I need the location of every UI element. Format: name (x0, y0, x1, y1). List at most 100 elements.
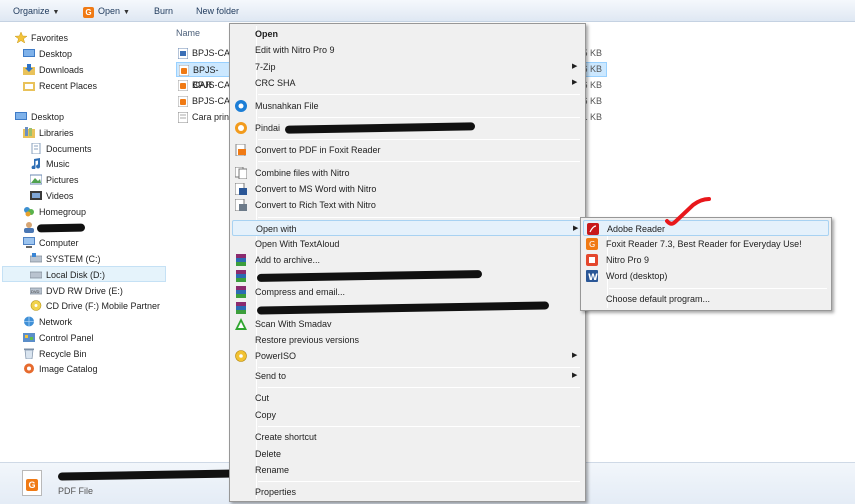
winrar-icon (236, 286, 246, 298)
menu-item-restore[interactable]: Restore previous versions (232, 332, 583, 348)
new-folder-button[interactable]: New folder (196, 4, 239, 18)
menu-separator (258, 117, 580, 118)
menu-item-combine-nitro[interactable]: Combine files with Nitro (232, 165, 583, 181)
open-with-word[interactable]: W Word (desktop) (583, 268, 829, 284)
choose-default-program[interactable]: Choose default program... (583, 291, 829, 307)
foxit-pdf-icon (179, 65, 189, 76)
menu-item-open-with[interactable]: Open with ▶ (232, 220, 583, 236)
foxit-convert-icon (235, 144, 246, 156)
menu-item-pindai[interactable]: Pindai (232, 120, 583, 136)
menu-item-smadav[interactable]: Scan With Smadav (232, 316, 583, 332)
libraries-icon (23, 127, 35, 138)
computer-icon (23, 237, 35, 248)
menu-separator (258, 481, 580, 482)
foxit-pdf-icon (178, 96, 188, 107)
open-button[interactable]: G Open ▼ (83, 4, 130, 18)
pdf-file-icon: G (22, 470, 42, 496)
menu-item-7zip[interactable]: 7-Zip ▶ (232, 59, 583, 75)
menu-item-delete[interactable]: Delete (232, 446, 583, 462)
menu-item-rename[interactable]: Rename (232, 462, 583, 478)
menu-item-properties[interactable]: Properties (232, 484, 583, 500)
submenu-arrow-icon: ▶ (572, 79, 578, 86)
dvd-drive-icon: DVD (30, 287, 42, 295)
open-with-submenu: Adobe Reader G Foxit Reader 7.3, Best Re… (580, 217, 832, 311)
redacted-scribble (284, 122, 476, 134)
menu-item-compress-named-email[interactable] (232, 300, 583, 316)
menu-item-create-shortcut[interactable]: Create shortcut (232, 429, 583, 445)
submenu-arrow-icon: ▶ (572, 352, 578, 359)
menu-item-compress-email[interactable]: Compress and email... (232, 284, 583, 300)
burn-button[interactable]: Burn (154, 4, 173, 18)
nitro-combine-icon (235, 167, 247, 179)
control-panel-icon (23, 333, 35, 342)
svg-text:W: W (588, 273, 598, 282)
text-file-icon (178, 112, 188, 123)
open-with-nitro[interactable]: Nitro Pro 9 (583, 252, 829, 268)
context-menu: Open Edit with Nitro Pro 9 7-Zip ▶ CRC SH… (229, 23, 586, 502)
star-icon (15, 32, 27, 43)
winrar-icon (236, 254, 246, 266)
redacted-scribble (36, 223, 86, 233)
shredder-icon (235, 100, 247, 112)
submenu-arrow-icon: ▶ (572, 372, 578, 379)
organize-button[interactable]: Organize ▼ (13, 4, 59, 18)
command-bar: Organize ▼ G Open ▼ Burn New folder (0, 0, 855, 22)
menu-item-cut[interactable]: Cut (232, 390, 583, 406)
document-icon (178, 48, 188, 59)
videos-icon (30, 191, 42, 200)
menu-item-convert-rtf[interactable]: Convert to Rich Text with Nitro (232, 197, 583, 213)
menu-item-copy[interactable]: Copy (232, 407, 583, 423)
menu-item-add-archive[interactable]: Add to archive... (232, 252, 583, 268)
submenu-arrow-icon: ▶ (572, 63, 578, 70)
menu-item-send-to[interactable]: Send to ▶ (232, 368, 583, 384)
poweriso-icon (235, 350, 247, 362)
open-with-foxit[interactable]: G Foxit Reader 7.3, Best Reader for Ever… (583, 236, 829, 252)
menu-item-textaloud[interactable]: Open With TextAloud (232, 236, 583, 252)
redacted-scribble (256, 270, 483, 282)
navigation-pane: Favorites Desktop Downloads Recent Place… (0, 22, 168, 462)
menu-separator (258, 94, 580, 95)
menu-item-edit-nitro[interactable]: Edit with Nitro Pro 9 (232, 42, 583, 58)
file-type-label: PDF File (58, 486, 94, 496)
menu-separator (258, 387, 580, 388)
menu-separator (258, 139, 580, 140)
desktop-icon (23, 49, 35, 57)
recent-places-icon (23, 82, 35, 91)
nitro-rtf-icon (235, 199, 247, 211)
desktop-icon (15, 112, 27, 120)
menu-separator (258, 161, 580, 162)
menu-item-crc-sha[interactable]: CRC SHA ▶ (232, 75, 583, 91)
submenu-arrow-icon: ▶ (573, 225, 579, 232)
image-catalog-icon (24, 363, 34, 374)
music-icon (31, 158, 41, 169)
drive-icon (30, 271, 42, 279)
nitro-word-icon (235, 183, 247, 195)
redacted-scribble (256, 301, 550, 315)
nitro-icon (586, 254, 598, 266)
smadav-icon (235, 318, 247, 330)
word-icon: W (586, 270, 598, 282)
recycle-bin-icon (24, 348, 34, 359)
menu-item-foxit-convert[interactable]: Convert to PDF in Foxit Reader (232, 142, 583, 158)
menu-item-poweriso[interactable]: PowerISO ▶ (232, 348, 583, 364)
menu-separator (258, 426, 580, 427)
svg-text:DVD: DVD (31, 289, 40, 294)
homegroup-icon (24, 207, 34, 217)
winrar-icon (236, 302, 246, 314)
pictures-icon (30, 174, 42, 185)
column-header-name[interactable]: Name (176, 28, 200, 38)
scan-icon (235, 122, 247, 134)
foxit-pdf-icon (178, 80, 188, 91)
chevron-down-icon: ▼ (52, 9, 60, 16)
menu-item-musnahkan[interactable]: Musnahkan File (232, 98, 583, 114)
menu-item-add-to-named-archive[interactable] (232, 268, 583, 284)
redacted-file-name (57, 469, 239, 481)
network-icon (24, 316, 34, 327)
svg-text:G: G (589, 240, 595, 249)
nav-user-folder[interactable] (23, 221, 93, 235)
open-label: Open (98, 6, 121, 16)
adobe-reader-icon (587, 223, 599, 235)
cd-drive-icon (30, 300, 42, 311)
menu-item-convert-word[interactable]: Convert to MS Word with Nitro (232, 181, 583, 197)
menu-item-open[interactable]: Open (232, 26, 583, 42)
